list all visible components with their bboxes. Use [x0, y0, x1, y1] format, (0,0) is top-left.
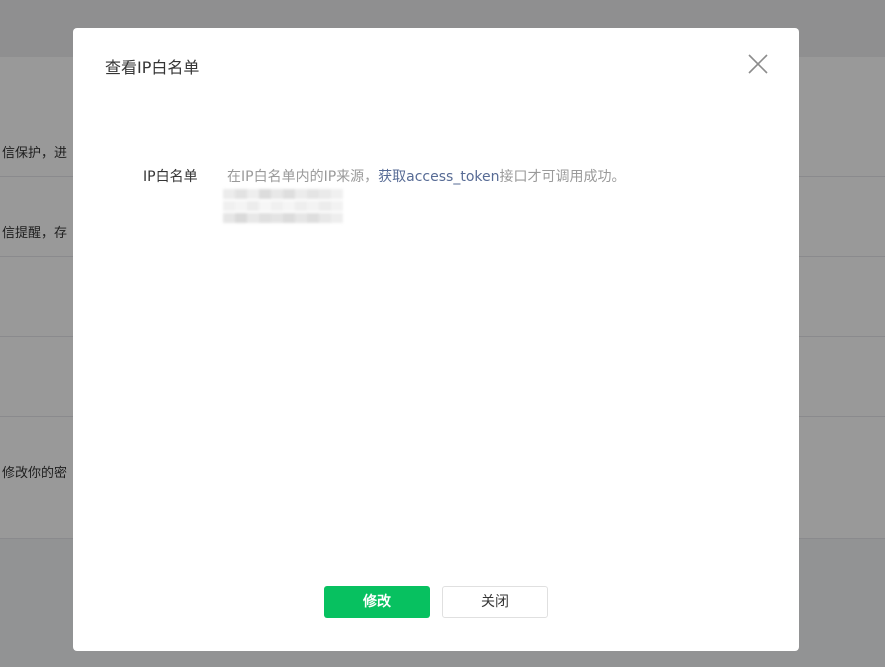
redacted-ip-address	[223, 187, 345, 225]
ip-whitelist-description: 在IP白名单内的IP来源，获取access_token接口才可调用成功。	[227, 166, 625, 186]
close-button[interactable]	[746, 52, 770, 76]
modify-button[interactable]: 修改	[324, 586, 430, 618]
description-prefix: 在IP白名单内的IP来源，	[227, 169, 379, 185]
ip-whitelist-dialog: 查看IP白名单 IP白名单 在IP白名单内的IP来源，获取access_toke…	[73, 28, 799, 651]
ip-whitelist-label: IP白名单	[143, 169, 198, 185]
close-dialog-button[interactable]: 关闭	[442, 586, 548, 618]
dialog-title: 查看IP白名单	[105, 58, 200, 77]
description-suffix: 接口才可调用成功。	[499, 169, 626, 185]
close-icon	[748, 54, 768, 74]
access-token-link[interactable]: 获取access_token	[378, 169, 499, 185]
